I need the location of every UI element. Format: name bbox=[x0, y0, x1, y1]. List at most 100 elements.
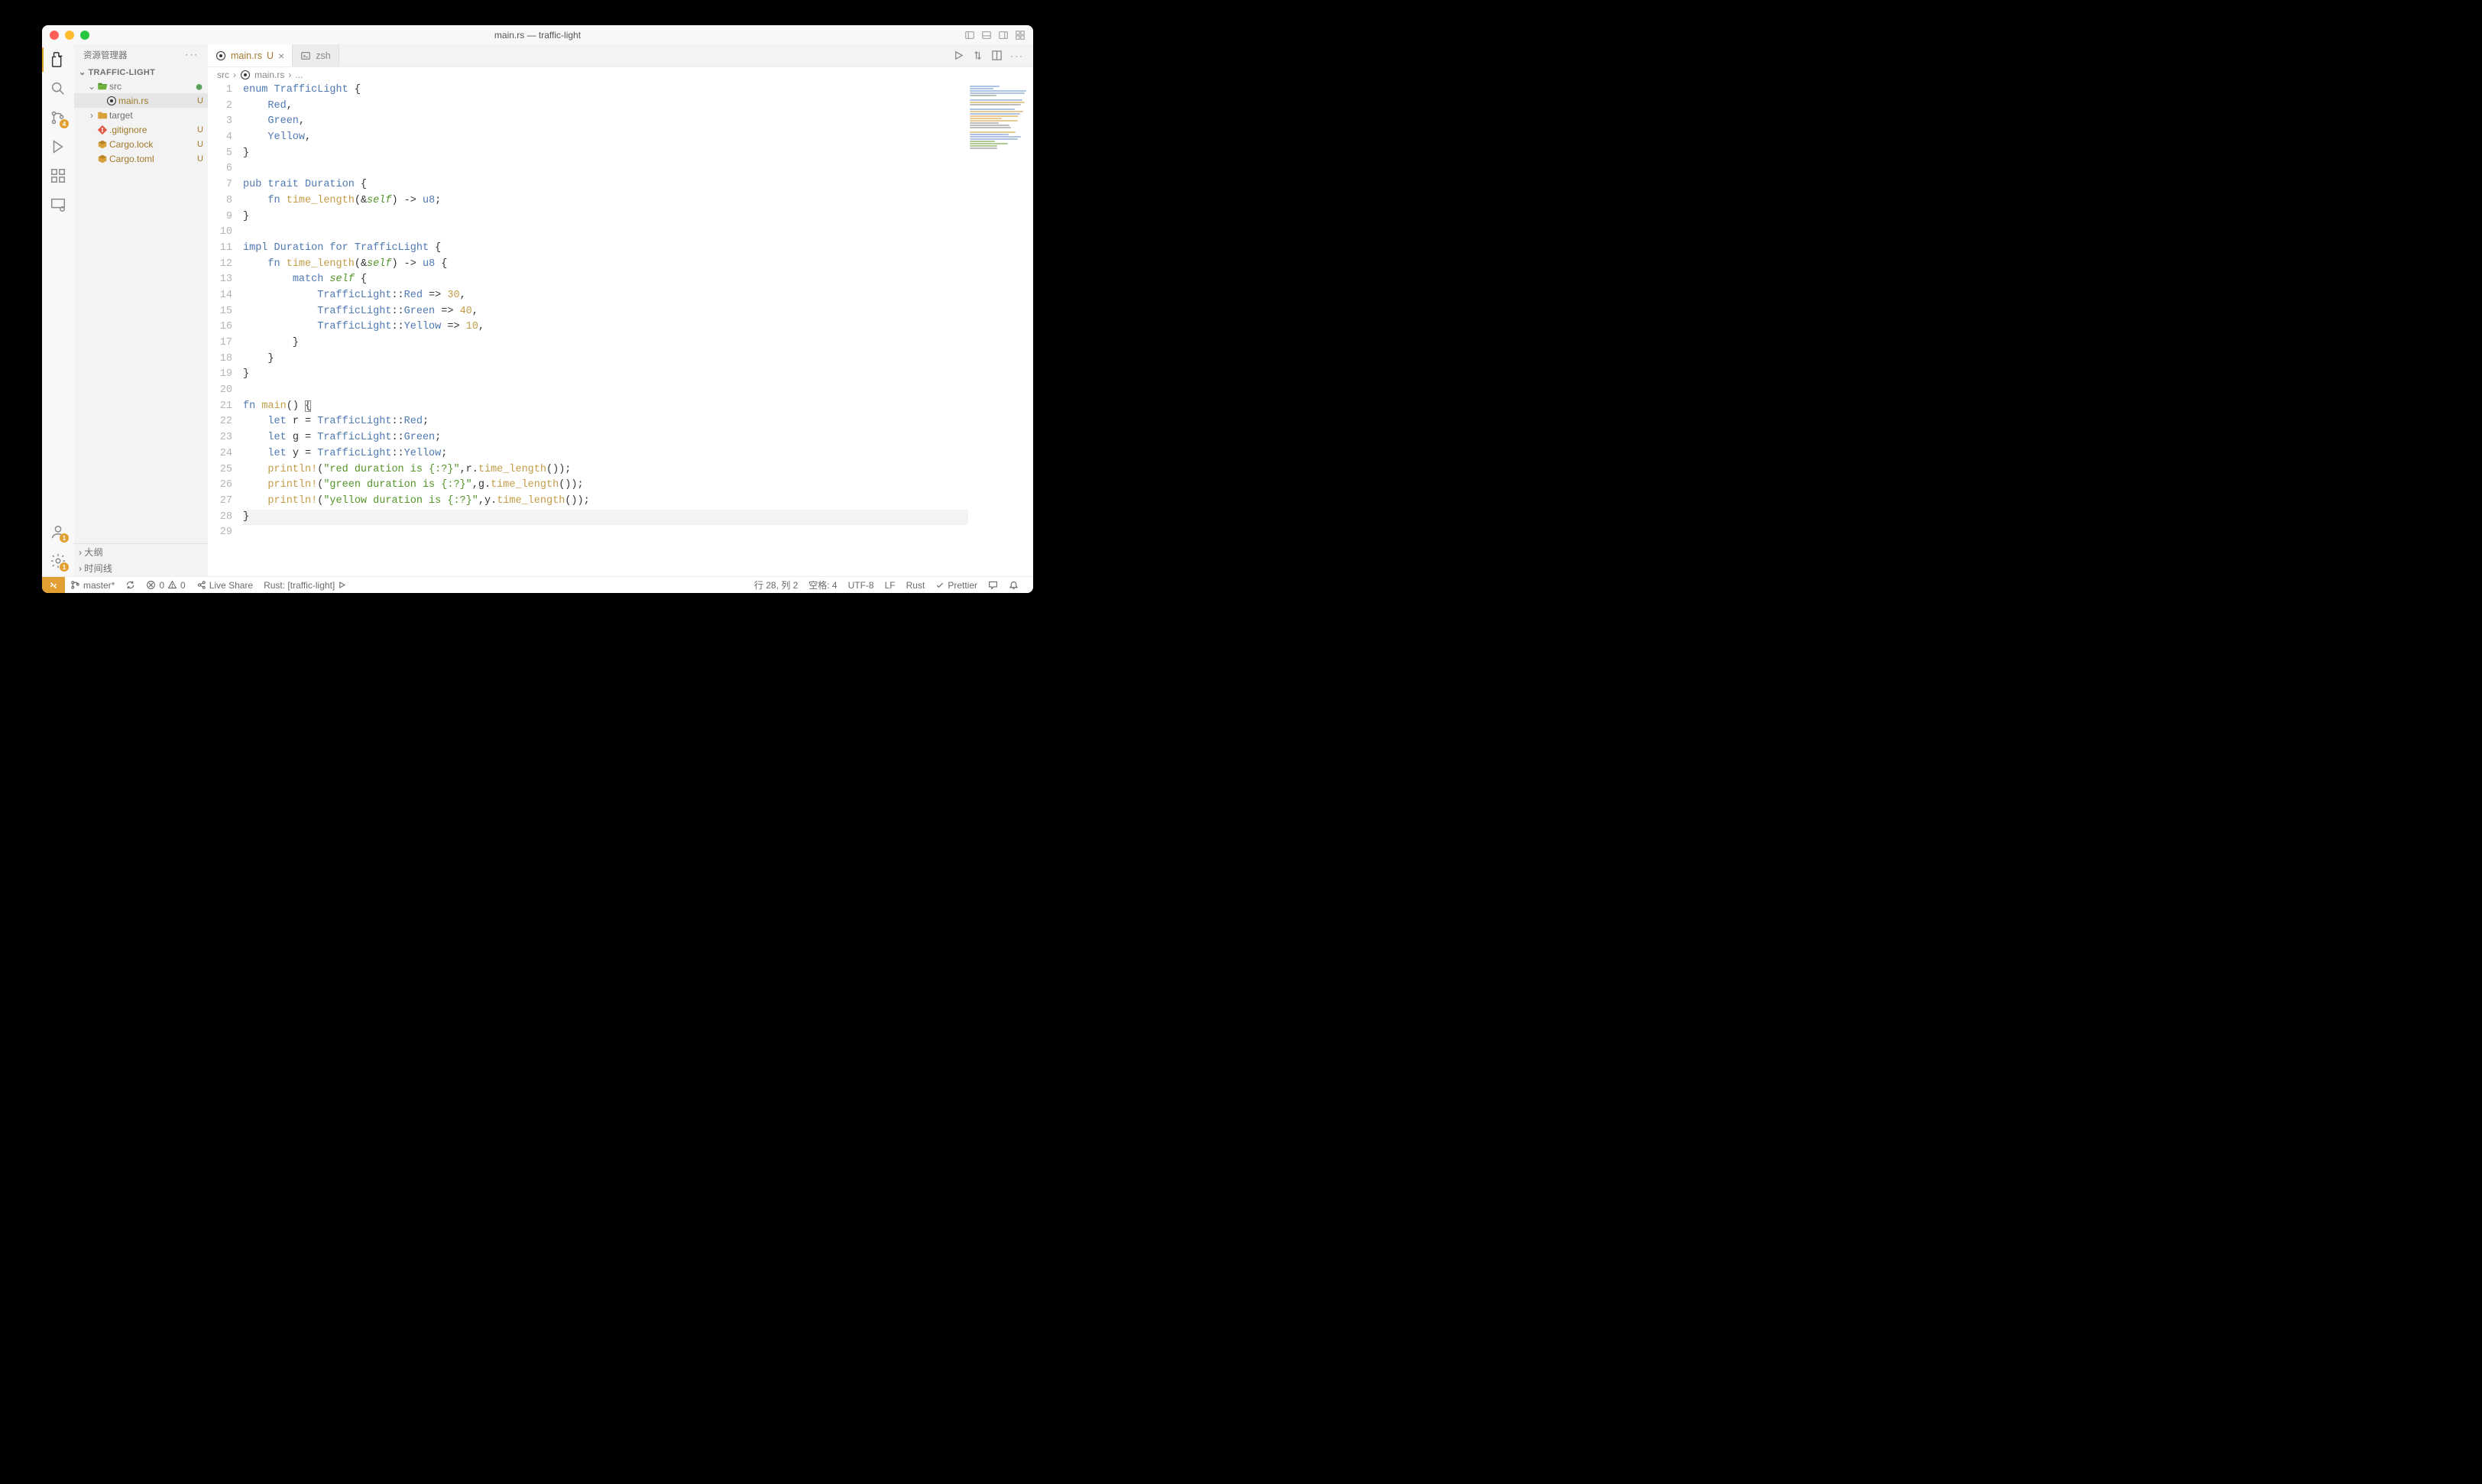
code-line[interactable] bbox=[243, 161, 968, 177]
breadcrumb[interactable]: src › main.rs › ... bbox=[208, 67, 1033, 83]
line-number[interactable]: 29 bbox=[208, 525, 232, 541]
line-number[interactable]: 3 bbox=[208, 114, 232, 130]
code-line[interactable]: } bbox=[243, 510, 968, 526]
code-line[interactable]: enum TrafficLight { bbox=[243, 83, 968, 99]
encoding[interactable]: UTF-8 bbox=[843, 580, 880, 591]
code-line[interactable]: fn time_length(&self) -> u8; bbox=[243, 193, 968, 209]
line-number[interactable]: 5 bbox=[208, 146, 232, 162]
code-editor[interactable]: 1234567891011121314151617181920212223242… bbox=[208, 83, 1033, 576]
code-line[interactable]: } bbox=[243, 352, 968, 368]
remote-indicator[interactable] bbox=[42, 577, 65, 593]
crumb-symbol[interactable]: ... bbox=[295, 70, 303, 80]
chevron-right-icon[interactable]: › bbox=[86, 110, 97, 121]
line-number[interactable]: 7 bbox=[208, 177, 232, 193]
code-line[interactable]: } bbox=[243, 146, 968, 162]
compare-icon[interactable] bbox=[972, 50, 983, 61]
code-line[interactable]: fn time_length(&self) -> u8 { bbox=[243, 257, 968, 273]
source-control-tab[interactable]: 4 bbox=[49, 109, 67, 127]
feedback-icon[interactable] bbox=[983, 580, 1003, 590]
rust-analyzer[interactable]: Rust: [traffic-light] bbox=[258, 580, 352, 591]
code-line[interactable]: TrafficLight::Red => 30, bbox=[243, 288, 968, 304]
eol[interactable]: LF bbox=[880, 580, 901, 591]
close-tab-icon[interactable]: × bbox=[278, 50, 284, 62]
workspace-root[interactable]: ⌄ TRAFFIC-LIGHT bbox=[74, 66, 208, 79]
code-content[interactable]: enum TrafficLight { Red, Green, Yellow,}… bbox=[243, 83, 968, 576]
code-line[interactable]: println!("green duration is {:?}",g.time… bbox=[243, 478, 968, 494]
more-actions-icon[interactable]: ··· bbox=[1010, 50, 1024, 61]
code-line[interactable]: impl Duration for TrafficLight { bbox=[243, 241, 968, 257]
line-number[interactable]: 1 bbox=[208, 83, 232, 99]
timeline-section[interactable]: ›时间线 bbox=[74, 560, 208, 576]
tree-folder[interactable]: ›target bbox=[74, 108, 208, 122]
chevron-down-icon[interactable]: ⌄ bbox=[86, 81, 97, 92]
code-line[interactable]: let r = TrafficLight::Red; bbox=[243, 414, 968, 430]
code-line[interactable]: } bbox=[243, 335, 968, 352]
line-number[interactable]: 18 bbox=[208, 352, 232, 368]
split-editor-icon[interactable] bbox=[991, 50, 1003, 61]
code-line[interactable]: let g = TrafficLight::Green; bbox=[243, 430, 968, 446]
line-number[interactable]: 27 bbox=[208, 494, 232, 510]
search-tab[interactable] bbox=[49, 79, 67, 98]
crumb-file[interactable]: main.rs bbox=[254, 70, 284, 80]
code-line[interactable] bbox=[243, 525, 968, 541]
extensions-tab[interactable] bbox=[49, 167, 67, 185]
tree-file[interactable]: main.rsU bbox=[74, 93, 208, 108]
line-number[interactable]: 24 bbox=[208, 446, 232, 462]
settings-tab[interactable]: 1 bbox=[49, 552, 67, 570]
line-number[interactable]: 2 bbox=[208, 99, 232, 115]
crumb-folder[interactable]: src bbox=[217, 70, 229, 80]
formatter[interactable]: Prettier bbox=[930, 580, 983, 591]
line-number[interactable]: 10 bbox=[208, 225, 232, 241]
language-mode[interactable]: Rust bbox=[901, 580, 931, 591]
line-number[interactable]: 4 bbox=[208, 130, 232, 146]
cursor-position[interactable]: 行 28, 列 2 bbox=[749, 578, 803, 591]
git-branch[interactable]: master* bbox=[65, 580, 120, 591]
line-number[interactable]: 22 bbox=[208, 414, 232, 430]
line-number[interactable]: 15 bbox=[208, 304, 232, 320]
code-line[interactable]: pub trait Duration { bbox=[243, 177, 968, 193]
accounts-tab[interactable]: 1 bbox=[49, 523, 67, 541]
line-number[interactable]: 12 bbox=[208, 257, 232, 273]
tree-file[interactable]: Cargo.tomlU bbox=[74, 151, 208, 166]
line-number[interactable]: 6 bbox=[208, 161, 232, 177]
more-icon[interactable]: ··· bbox=[186, 50, 199, 60]
tree-file[interactable]: Cargo.lockU bbox=[74, 137, 208, 151]
tree-file[interactable]: .gitignoreU bbox=[74, 122, 208, 137]
line-number[interactable]: 20 bbox=[208, 383, 232, 399]
code-line[interactable] bbox=[243, 225, 968, 241]
code-line[interactable]: match self { bbox=[243, 272, 968, 288]
explorer-tab[interactable] bbox=[49, 50, 67, 69]
line-number[interactable]: 19 bbox=[208, 367, 232, 383]
code-line[interactable] bbox=[243, 383, 968, 399]
code-line[interactable]: Yellow, bbox=[243, 130, 968, 146]
code-line[interactable]: TrafficLight::Green => 40, bbox=[243, 304, 968, 320]
indentation[interactable]: 空格: 4 bbox=[803, 578, 842, 591]
editor-tab[interactable]: main.rsU× bbox=[208, 44, 293, 66]
line-number[interactable]: 13 bbox=[208, 272, 232, 288]
line-number[interactable]: 17 bbox=[208, 335, 232, 352]
line-number[interactable]: 9 bbox=[208, 209, 232, 225]
tree-folder[interactable]: ⌄src● bbox=[74, 79, 208, 93]
run-debug-tab[interactable] bbox=[49, 138, 67, 156]
code-line[interactable]: let y = TrafficLight::Yellow; bbox=[243, 446, 968, 462]
code-line[interactable]: } bbox=[243, 209, 968, 225]
line-number[interactable]: 11 bbox=[208, 241, 232, 257]
line-number[interactable]: 25 bbox=[208, 462, 232, 478]
line-number[interactable]: 23 bbox=[208, 430, 232, 446]
problems[interactable]: 0 0 bbox=[141, 580, 190, 591]
line-number[interactable]: 28 bbox=[208, 510, 232, 526]
line-number[interactable]: 14 bbox=[208, 288, 232, 304]
code-line[interactable]: Red, bbox=[243, 99, 968, 115]
code-line[interactable]: TrafficLight::Yellow => 10, bbox=[243, 319, 968, 335]
run-icon[interactable] bbox=[953, 50, 964, 61]
line-number[interactable]: 8 bbox=[208, 193, 232, 209]
live-share[interactable]: Live Share bbox=[191, 580, 258, 591]
notifications-icon[interactable] bbox=[1003, 580, 1024, 590]
code-line[interactable]: Green, bbox=[243, 114, 968, 130]
line-number[interactable]: 26 bbox=[208, 478, 232, 494]
outline-section[interactable]: ›大纲 bbox=[74, 544, 208, 560]
line-gutter[interactable]: 1234567891011121314151617181920212223242… bbox=[208, 83, 243, 576]
minimap[interactable] bbox=[968, 83, 1033, 576]
editor-tab[interactable]: zsh bbox=[293, 44, 339, 66]
line-number[interactable]: 16 bbox=[208, 319, 232, 335]
